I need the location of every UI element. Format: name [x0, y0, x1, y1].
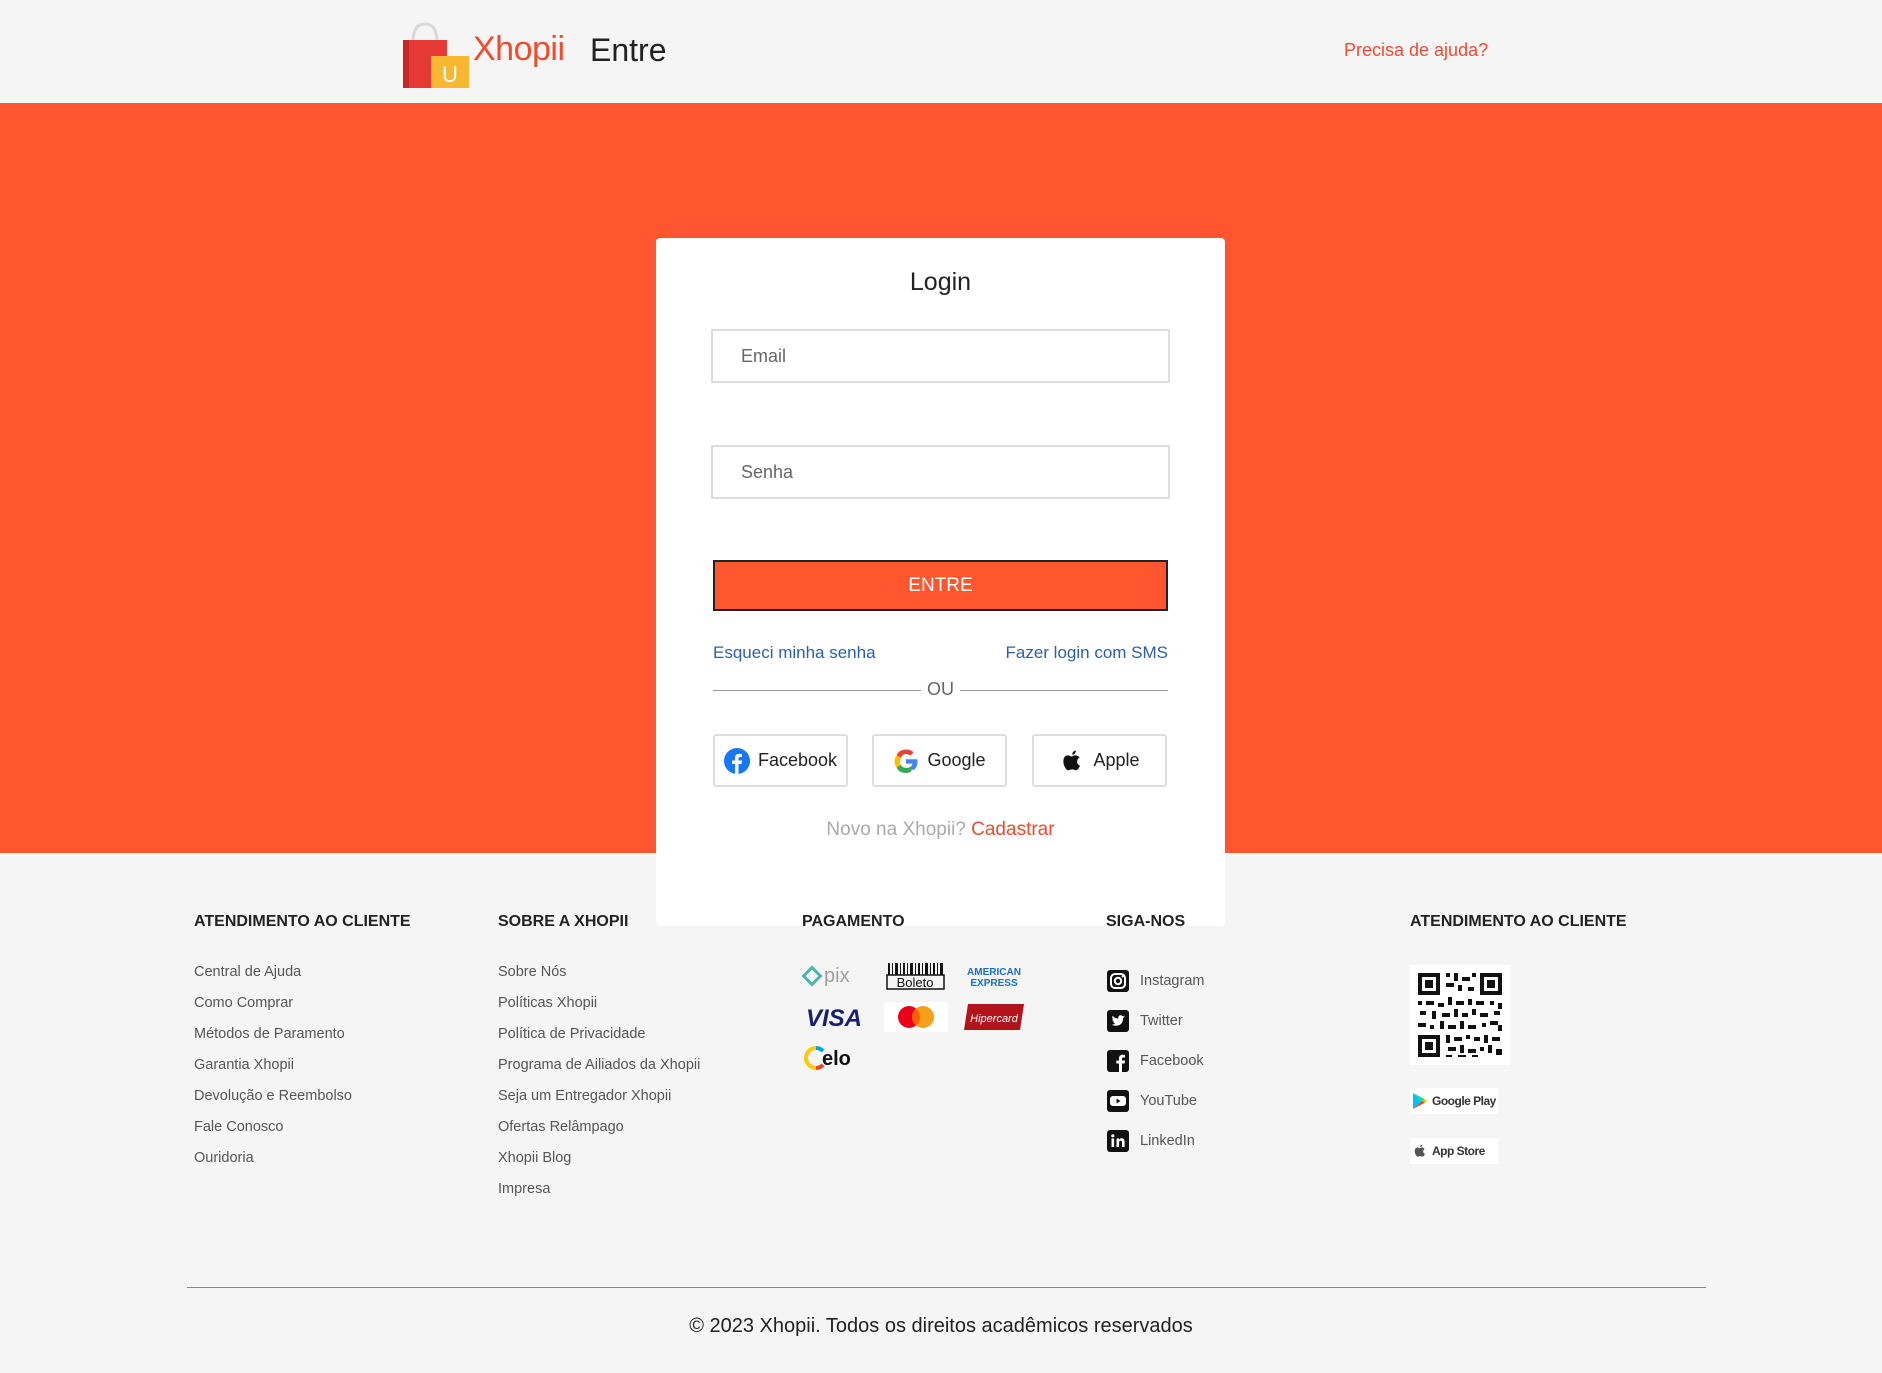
instagram-icon [1107, 970, 1129, 992]
signup-prompt-text: Novo na Xhopii? [826, 819, 966, 840]
social-link-youtube[interactable]: YouTube [1106, 1081, 1204, 1121]
or-divider: OU [713, 679, 1168, 699]
twitter-icon [1107, 1010, 1129, 1032]
social-label-linkedin: LinkedIn [1140, 1133, 1195, 1149]
footer-heading-customer-service: ATENDIMENTO AO CLIENTE [194, 913, 411, 930]
mastercard-logo-icon [884, 1002, 948, 1032]
footer-customer-service: ATENDIMENTO AO CLIENTE Central de Ajuda … [194, 913, 411, 1166]
footer-about: SOBRE A XHOPII Sobre Nós Políticas Xhopi… [498, 913, 700, 1197]
footer-link-ouvidoria[interactable]: Ouridoria [194, 1150, 254, 1166]
app-store-apple-icon [1414, 1144, 1425, 1157]
hipercard-text: Hipercard [970, 1013, 1019, 1025]
footer-link-afiliados[interactable]: Programa de Ailiados da Xhopii [498, 1057, 700, 1073]
site-header: U Xhopii Entre Precisa de ajuda? [0, 0, 1882, 103]
visa-text: VISA [806, 1005, 862, 1032]
facebook-login-button[interactable]: Facebook [713, 734, 848, 787]
sms-login-link[interactable]: Fazer login com SMS [1006, 643, 1169, 663]
hero-banner: Login ENTRE Esqueci minha senha Fazer lo… [0, 103, 1882, 926]
google-play-label: Google Play [1432, 1094, 1496, 1108]
visa-logo-icon: VISA [806, 1005, 862, 1032]
shopping-bag-logo-icon[interactable]: U [401, 22, 471, 88]
login-button[interactable]: ENTRE [713, 560, 1168, 611]
linkedin-icon [1107, 1130, 1129, 1152]
footer-link-como-comprar[interactable]: Como Comprar [194, 995, 293, 1011]
footer-heading-app: ATENDIMENTO AO CLIENTE [1410, 913, 1627, 930]
footer-links-about: Sobre Nós Políticas Xhopii Política de P… [498, 963, 700, 1211]
bag-letter: U [442, 62, 458, 87]
social-links: Instagram Twitter Facebook YouTube Linke… [1106, 961, 1204, 1161]
app-store-label: App Store [1432, 1144, 1485, 1158]
facebook-icon [723, 747, 750, 774]
footer-link-metodos-pagamento[interactable]: Métodos de Paramento [194, 1026, 345, 1042]
signup-link[interactable]: Cadastrar [971, 819, 1054, 840]
social-label-facebook: Facebook [1140, 1053, 1204, 1069]
footer-links-customer-service: Central de Ajuda Como Comprar Métodos de… [194, 963, 352, 1180]
app-store-badge[interactable]: App Store [1410, 1138, 1498, 1164]
footer-link-garantia[interactable]: Garantia Xhopii [194, 1057, 294, 1073]
pix-text: pix [824, 965, 850, 987]
qr-code-icon[interactable] [1410, 965, 1510, 1065]
footer-link-blog[interactable]: Xhopii Blog [498, 1150, 571, 1166]
footer-follow-us: SIGA-NOS Instagram Twitter Facebook YouT… [1106, 913, 1204, 1152]
footer-link-politicas[interactable]: Políticas Xhopii [498, 995, 597, 1011]
forgot-password-link[interactable]: Esqueci minha senha [713, 643, 876, 663]
footer-link-central-de-ajuda[interactable]: Central de Ajuda [194, 964, 301, 980]
divider-line-right [960, 690, 1168, 691]
elo-text: elo [822, 1048, 851, 1070]
copyright: © 2023 Xhopii. Todos os direitos acadêmi… [689, 1315, 1193, 1337]
password-field[interactable] [711, 445, 1170, 499]
signup-prompt: Novo na Xhopii? Cadastrar [656, 819, 1225, 841]
help-link[interactable]: Precisa de ajuda? [1344, 40, 1488, 61]
google-login-button[interactable]: Google [872, 734, 1007, 787]
login-title: Login [909, 268, 972, 296]
social-label-instagram: Instagram [1140, 973, 1205, 989]
google-label: Google [927, 750, 986, 770]
page-title: Entre [590, 32, 667, 68]
amex-text-1: AMERICAN [967, 967, 1021, 978]
facebook-label: Facebook [757, 750, 838, 770]
facebook-square-icon [1107, 1050, 1129, 1072]
social-link-linkedin[interactable]: LinkedIn [1106, 1121, 1204, 1161]
amex-text-2: EXPRESS [970, 978, 1018, 989]
boleto-text: Boleto [897, 975, 934, 990]
google-play-icon [1413, 1093, 1428, 1109]
youtube-icon [1107, 1090, 1129, 1112]
footer-divider [187, 1287, 1706, 1288]
social-label-twitter: Twitter [1140, 1013, 1183, 1029]
pix-logo-icon: pix [802, 965, 850, 987]
login-card: Login ENTRE Esqueci minha senha Fazer lo… [656, 238, 1225, 926]
google-play-badge[interactable]: Google Play [1410, 1088, 1498, 1114]
footer-link-devolucao[interactable]: Devolução e Reembolso [194, 1088, 352, 1104]
footer-link-ofertas[interactable]: Ofertas Relâmpago [498, 1119, 624, 1135]
footer-link-privacidade[interactable]: Política de Privacidade [498, 1026, 646, 1042]
footer-heading-follow-us: SIGA-NOS [1106, 913, 1186, 930]
elo-logo-icon: elo [804, 1046, 851, 1070]
apple-label: Apple [1093, 750, 1140, 770]
social-link-instagram[interactable]: Instagram [1106, 961, 1204, 1001]
footer-heading-payment: PAGAMENTO [802, 913, 905, 930]
social-link-twitter[interactable]: Twitter [1106, 1001, 1204, 1041]
apple-icon [1063, 750, 1081, 770]
amex-logo-icon: AMERICAN EXPRESS [967, 967, 1021, 989]
footer-heading-about: SOBRE A XHOPII [498, 913, 629, 930]
social-label-youtube: YouTube [1140, 1093, 1197, 1109]
footer-payment: PAGAMENTO pix Boleto AMERICAN EXPRESS VI… [802, 913, 1024, 1070]
footer-link-impresa[interactable]: Impresa [498, 1181, 550, 1197]
brand-name[interactable]: Xhopii [473, 30, 565, 69]
boleto-logo-icon: Boleto [886, 963, 945, 990]
hipercard-logo-icon: Hipercard [964, 1004, 1024, 1030]
apple-login-button[interactable]: Apple [1032, 734, 1167, 787]
google-icon [894, 749, 918, 773]
footer-app-download: ATENDIMENTO AO CLIENTE Google Play App S… [1410, 913, 1627, 1164]
footer-link-sobre-nos[interactable]: Sobre Nós [498, 964, 567, 980]
footer-link-entregador[interactable]: Seja um Entregador Xhopii [498, 1088, 671, 1104]
email-field[interactable] [711, 329, 1170, 383]
footer-link-fale-conosco[interactable]: Fale Conosco [194, 1119, 283, 1135]
social-link-facebook[interactable]: Facebook [1106, 1041, 1204, 1081]
